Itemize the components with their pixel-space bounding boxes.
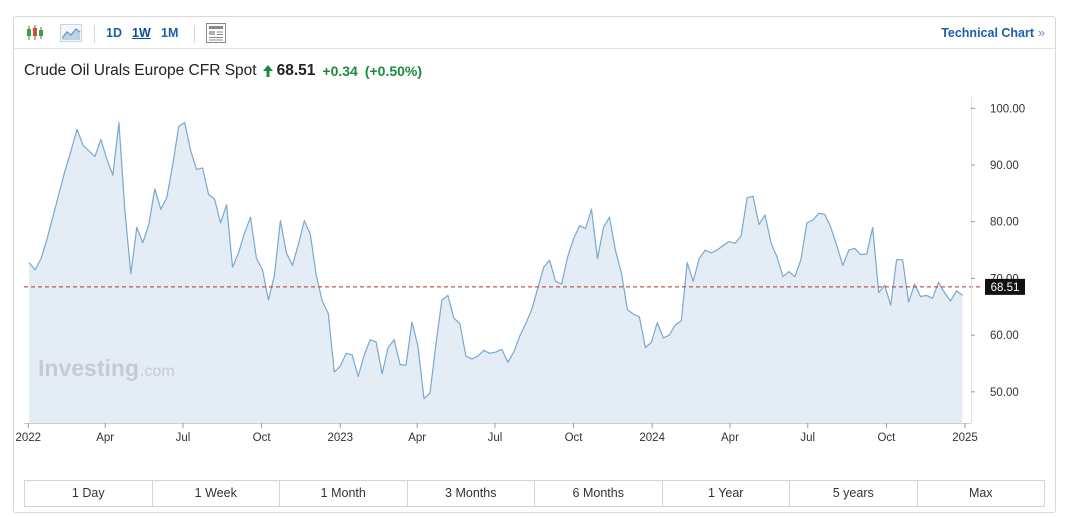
range-3-months-button[interactable]: 3 Months (408, 481, 535, 506)
range-1-year-button[interactable]: 1 Year (663, 481, 790, 506)
y-tick-label: 60.00 (990, 330, 1019, 342)
x-tick-label: 2022 (15, 432, 41, 444)
price-chart[interactable]: Investing .com 100.0090.0080.0070.0060.0… (0, 0, 1068, 470)
x-axis: 2022 Apr Jul Oct 2023 Apr Jul Oct 2024 Apr Jul Oct 2… (15, 423, 978, 444)
y-axis: 100.0090.0080.0070.0060.0050.00 (971, 97, 1025, 423)
y-tick-label: 80.00 (990, 217, 1019, 229)
x-tick-label: 2023 (327, 432, 353, 444)
range-1-day-button[interactable]: 1 Day (25, 481, 153, 506)
x-tick-label: Oct (877, 432, 896, 444)
x-tick-label: Jul (176, 432, 191, 444)
y-tick-label: 90.00 (990, 160, 1019, 172)
x-tick-label: Apr (408, 432, 426, 444)
range-1-month-button[interactable]: 1 Month (280, 481, 408, 506)
y-tick-label: 100.00 (990, 103, 1025, 115)
watermark-brand: Investing (38, 355, 139, 381)
last-price-tag-label: 68.51 (991, 282, 1020, 294)
time-range-selector: 1 Day 1 Week 1 Month 3 Months 6 Months 1 Year… (24, 480, 1045, 507)
range-5-years-button[interactable]: 5 years (790, 481, 918, 506)
range-6-months-button[interactable]: 6 Months (535, 481, 663, 506)
range-1-week-button[interactable]: 1 Week (153, 481, 280, 506)
y-tick-label: 50.00 (990, 387, 1019, 399)
x-tick-label: Apr (721, 432, 739, 444)
last-price-tag: 68.51 (985, 278, 1025, 295)
x-tick-label: 2024 (639, 432, 665, 444)
x-tick-label: Oct (565, 432, 584, 444)
watermark-suffix: .com (140, 363, 175, 380)
x-tick-label: Apr (96, 432, 114, 444)
x-tick-label: Jul (488, 432, 503, 444)
x-tick-label: Jul (800, 432, 815, 444)
range-max-button[interactable]: Max (918, 481, 1045, 506)
x-tick-label: 2025 (952, 432, 978, 444)
x-tick-label: Oct (253, 432, 272, 444)
